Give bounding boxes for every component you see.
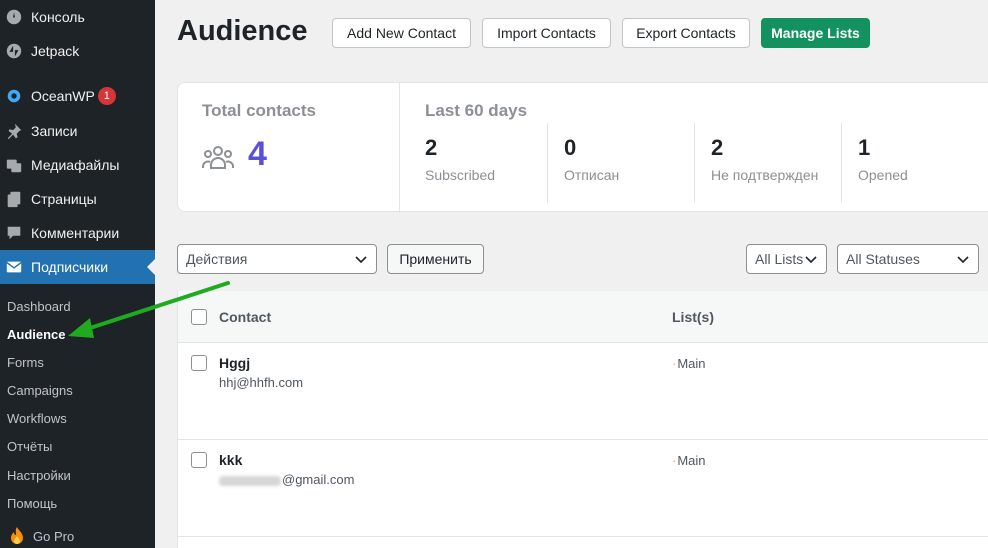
chevron-down-icon [355, 256, 367, 264]
submenu-campaigns[interactable]: Campaigns [7, 383, 73, 398]
menu-label: Jetpack [31, 43, 80, 59]
menu-label: Страницы [31, 191, 97, 207]
submenu-go-pro[interactable]: Go Pro [7, 526, 74, 546]
table-row: kkk @gmail.com Main [178, 440, 988, 537]
stat-separator [694, 123, 695, 203]
menu-label: OceanWP [31, 88, 95, 104]
oceanwp-icon [4, 86, 24, 106]
pages-icon [4, 189, 24, 209]
lists-filter-value: All Lists [755, 251, 804, 267]
page-title: Audience [177, 15, 308, 47]
redacted-email-part [219, 475, 281, 486]
row-checkbox[interactable] [191, 452, 207, 468]
statuses-filter-select[interactable]: All Statuses [837, 244, 979, 274]
stats-card: Total contacts 4 Last 60 days 2 Subscrib… [177, 82, 988, 213]
go-pro-label: Go Pro [33, 528, 75, 544]
submenu-dashboard[interactable]: Dashboard [7, 299, 71, 314]
menu-item-posts[interactable]: Записи [0, 114, 155, 148]
menu-label: Подписчики [31, 259, 109, 275]
stat-value: 2 [711, 135, 724, 160]
menu-item-console[interactable]: Консоль [0, 0, 155, 34]
users-group-icon [202, 146, 234, 169]
contact-name[interactable]: Hggj [219, 355, 250, 371]
menu-item-subscribers[interactable]: Подписчики [0, 250, 155, 284]
contact-name[interactable]: kkk [219, 452, 242, 468]
contacts-table: Contact List(s) Hggj hhj@hhfh.com Main k… [177, 291, 988, 548]
stat-separator [547, 123, 548, 203]
menu-item-comments[interactable]: Комментарии [0, 216, 155, 250]
media-icon [4, 155, 24, 175]
bulk-actions-select[interactable]: Действия [177, 244, 377, 274]
menu-label: Медиафайлы [31, 157, 120, 173]
contact-list: Main [672, 356, 705, 371]
menu-item-jetpack[interactable]: Jetpack [0, 34, 155, 68]
table-row: Hggj hhj@hhfh.com Main [178, 343, 988, 440]
fire-icon [11, 527, 23, 544]
admin-sidebar: Консоль Jetpack OceanWP 1 Записи Медиафа… [0, 0, 155, 548]
contact-list: Main [672, 453, 705, 468]
menu-item-media[interactable]: Медиафайлы [0, 148, 155, 182]
total-contacts-title: Total contacts [202, 101, 316, 120]
stat-value: 2 [425, 135, 438, 160]
submenu-settings[interactable]: Настройки [7, 468, 71, 483]
stats-divider [399, 83, 400, 213]
submenu-audience[interactable]: Audience [7, 327, 66, 342]
chevron-down-icon [805, 256, 817, 264]
menu-item-oceanwp[interactable]: OceanWP 1 [0, 79, 155, 113]
contact-email: @gmail.com [282, 472, 355, 487]
row-checkbox[interactable] [191, 355, 207, 371]
stat-value: 1 [858, 135, 871, 160]
stat-separator [841, 123, 842, 203]
stat-label: Opened [858, 167, 908, 183]
stat-label: Не подтвержден [711, 167, 819, 183]
export-contacts-button[interactable]: Export Contacts [622, 18, 750, 48]
column-header-contact[interactable]: Contact [219, 309, 271, 325]
comment-icon [4, 223, 24, 243]
import-contacts-button[interactable]: Import Contacts [482, 18, 611, 48]
chevron-down-icon [957, 256, 969, 264]
contact-email-wrapper: @gmail.com [219, 472, 354, 487]
add-new-contact-button[interactable]: Add New Contact [332, 18, 471, 48]
statuses-filter-value: All Statuses [846, 251, 920, 267]
stat-label: Отписан [564, 167, 620, 183]
column-header-lists: List(s) [672, 309, 714, 325]
menu-label: Консоль [31, 9, 85, 25]
select-all-checkbox[interactable] [191, 309, 207, 325]
notification-badge: 1 [97, 87, 116, 105]
submenu-forms[interactable]: Forms [7, 355, 44, 370]
menu-label: Комментарии [31, 225, 120, 241]
lists-filter-select[interactable]: All Lists [746, 244, 827, 274]
submenu-reports[interactable]: Отчёты [7, 439, 52, 454]
jetpack-icon [4, 41, 24, 61]
pin-icon [4, 121, 24, 141]
last-60-days-title: Last 60 days [425, 101, 528, 120]
manage-lists-button[interactable]: Manage Lists [761, 18, 870, 48]
table-header: Contact List(s) [178, 291, 988, 343]
submenu-help[interactable]: Помощь [7, 496, 57, 511]
stat-label: Subscribed [425, 167, 496, 183]
stat-value: 0 [564, 135, 577, 160]
bulk-actions-value: Действия [186, 251, 248, 267]
menu-item-pages[interactable]: Страницы [0, 182, 155, 216]
contact-email: hhj@hhfh.com [219, 375, 304, 390]
mail-icon [4, 257, 24, 277]
submenu-workflows[interactable]: Workflows [7, 411, 67, 426]
apply-button[interactable]: Применить [387, 244, 484, 274]
dashboard-icon [4, 7, 24, 27]
menu-label: Записи [31, 123, 78, 139]
total-contacts-value: 4 [248, 135, 267, 173]
